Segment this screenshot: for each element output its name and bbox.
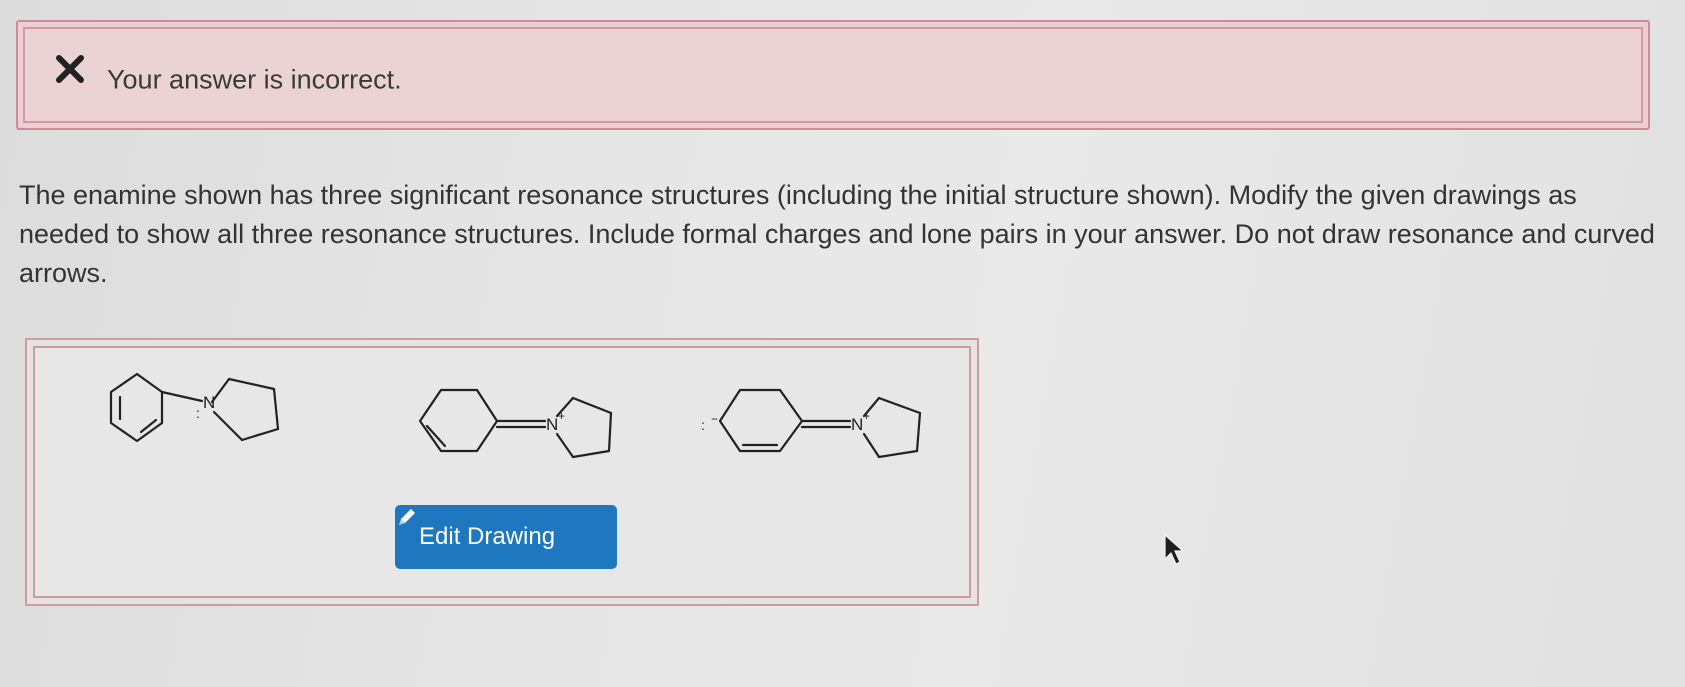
edit-drawing-button[interactable]: Edit Drawing (395, 505, 617, 569)
nitrogen-label-3: N (851, 415, 863, 434)
feedback-banner: Your answer is incorrect. (16, 20, 1650, 130)
nitrogen-label-1: N (203, 393, 215, 412)
feedback-message: Your answer is incorrect. (107, 64, 402, 95)
structure-3 (718, 388, 922, 459)
pencil-icon (399, 509, 415, 525)
carbanion-charge-3: − (711, 412, 718, 426)
question-text: The enamine shown has three significant … (19, 180, 1655, 288)
structure-2 (418, 388, 613, 459)
edit-drawing-label: Edit Drawing (419, 523, 556, 550)
charge-3: + (863, 409, 870, 423)
charge-2: + (558, 409, 565, 423)
nitrogen-label-2: N (546, 415, 558, 434)
mouse-cursor-icon (1164, 533, 1185, 565)
lone-pair-1: : (196, 405, 200, 421)
x-icon (56, 55, 84, 83)
structure-1 (109, 372, 280, 443)
lone-pair-3: : (701, 417, 705, 433)
drawing-panel: : N N + : − N + Edit Drawing (25, 338, 979, 606)
